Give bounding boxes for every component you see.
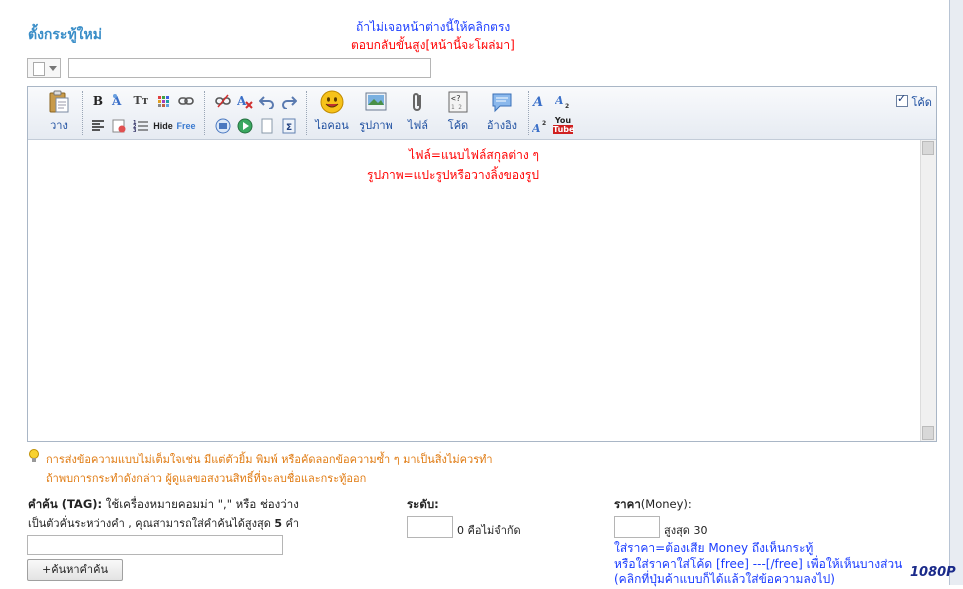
superscript-style-icon[interactable]: A xyxy=(532,93,548,109)
play-icon[interactable] xyxy=(237,118,253,134)
tag-help-line2: เป็นตัวคั่นระหว่างคำ , คุณสามารถใส่คำค้น… xyxy=(28,514,299,532)
youtube-label-bottom: Tube xyxy=(553,125,575,134)
superscript-icon[interactable]: A 2 xyxy=(532,118,548,134)
undo-icon[interactable] xyxy=(259,93,275,109)
link-icon[interactable] xyxy=(178,93,194,109)
thread-title-input[interactable] xyxy=(68,58,431,78)
page-icon[interactable] xyxy=(259,118,275,134)
code-button[interactable]: <? 1 2 โค้ด xyxy=(440,87,476,134)
tag-help-prefix: เป็นตัวคั่นระหว่างคำ , คุณสามารถใส่คำค้น… xyxy=(28,517,271,530)
tag-label: คำค้น (TAG): ใช้เครื่องหมายคอมม่า "," หร… xyxy=(28,496,299,514)
document-icon xyxy=(33,62,45,76)
svg-text:3: 3 xyxy=(133,128,137,134)
file-label: ไฟล์ xyxy=(407,119,429,132)
table-icon[interactable] xyxy=(156,93,172,109)
redo-icon[interactable] xyxy=(281,93,297,109)
svg-text:2: 2 xyxy=(565,103,569,109)
paste-button[interactable]: วาง xyxy=(42,87,76,134)
message-editor: วาง B A Tт 1 2 3 Hide Free A Σ ไอคอน รูป… xyxy=(27,86,937,442)
tag-max-count: 5 xyxy=(274,517,282,530)
page-title: ตั้งกระทู้ใหม่ xyxy=(28,27,102,43)
paperclip-icon xyxy=(413,93,421,111)
lightbulb-icon xyxy=(29,449,39,462)
editor-toolbar: วาง B A Tт 1 2 3 Hide Free A Σ ไอคอน รูป… xyxy=(28,87,936,140)
svg-text:A: A xyxy=(532,122,541,134)
search-tags-button[interactable]: +ค้นหาคำค้น xyxy=(27,559,123,581)
image-icon xyxy=(365,92,387,111)
image-label: รูปภาพ xyxy=(359,119,393,132)
price-label: ราคา(Money): xyxy=(614,496,692,514)
unlink-icon[interactable] xyxy=(215,93,231,109)
code-label: โค้ด xyxy=(447,119,469,132)
annotation-top-line1: ถ้าไม่เจอหน้าต่างนี้ให้คลิกตรง xyxy=(356,20,511,34)
warning-line2: ถ้าพบการกระทำดังกล่าว ผู้ดูแลขอสงวนสิทธิ… xyxy=(46,472,367,485)
svg-text:A: A xyxy=(237,94,247,108)
annotation-mid-line2: รูปภาพ=แปะรูปหรือวางลิ้งของรูป xyxy=(367,168,539,182)
quote-button[interactable]: อ้างอิง xyxy=(480,87,524,134)
hide-button[interactable]: Hide xyxy=(153,118,173,134)
scroll-up-button[interactable] xyxy=(922,141,934,155)
price-label-rest: (Money): xyxy=(640,497,692,511)
svg-text:A: A xyxy=(532,95,543,109)
quote-label: อ้างอิง xyxy=(486,119,518,132)
svg-text:Σ: Σ xyxy=(286,123,292,133)
subscript-icon[interactable]: A 2 xyxy=(555,93,571,109)
attachment-list-icon[interactable] xyxy=(111,118,127,134)
level-label: ระดับ: xyxy=(407,497,439,511)
free-button[interactable]: Free xyxy=(176,118,196,134)
annotation-mid-line1: ไฟล์=แนบไฟล์สกุลต่าง ๆ xyxy=(409,148,539,162)
chevron-down-icon xyxy=(49,66,57,71)
svg-text:A: A xyxy=(555,94,564,107)
editor-scrollbar[interactable] xyxy=(920,140,936,441)
window-frame-right xyxy=(949,0,963,585)
watermark-logo: 1080P xyxy=(910,565,956,580)
font-size-button[interactable]: Tт xyxy=(133,93,149,109)
youtube-button[interactable]: You Tube xyxy=(553,116,575,136)
youtube-label-top: You xyxy=(554,116,572,125)
message-textarea[interactable] xyxy=(28,140,921,441)
code-mode-label: โค้ด xyxy=(911,96,932,109)
toolbar-separator xyxy=(306,91,308,135)
formula-icon[interactable]: Σ xyxy=(281,118,297,134)
bold-button[interactable]: B xyxy=(90,93,106,109)
prefix-dropdown[interactable] xyxy=(27,58,61,78)
toolbar-separator xyxy=(82,91,84,135)
tag-input[interactable] xyxy=(27,535,283,555)
level-hint: 0 คือไม่จำกัด xyxy=(457,524,521,537)
emoji-label: ไอคอน xyxy=(315,119,349,132)
svg-text:<?: <? xyxy=(451,94,461,103)
paste-label: วาง xyxy=(50,119,68,132)
image-button[interactable]: รูปภาพ xyxy=(356,87,396,134)
svg-text:1 2: 1 2 xyxy=(451,104,462,111)
code-mode-toggle[interactable]: โค้ด xyxy=(896,92,932,111)
annotation-bottom-line3: (คลิกที่ปุ่มค้าแบบก็ได้แล้วใส่ข้อความลงไ… xyxy=(614,572,835,586)
align-left-icon[interactable] xyxy=(90,118,106,134)
font-color-icon[interactable]: A xyxy=(111,93,127,109)
list-icon[interactable]: 1 2 3 xyxy=(133,118,149,134)
toolbar-separator xyxy=(528,91,530,135)
warning-line1: การส่งข้อความแบบไม่เต็มใจเช่น มีแต่ตัวยิ… xyxy=(46,453,493,466)
price-input[interactable] xyxy=(614,516,660,538)
scroll-down-button[interactable] xyxy=(922,426,934,440)
remove-format-icon[interactable]: A xyxy=(237,93,253,109)
tag-help-suffix: คำ xyxy=(285,517,300,530)
annotation-top-line2: ตอบกลับขั้นสูง[หน้านี้จะโผล่มา] xyxy=(351,38,515,52)
smiley-icon xyxy=(320,90,344,114)
price-label-bold: ราคา xyxy=(614,497,641,511)
emoji-button[interactable]: ไอคอน xyxy=(312,87,352,134)
clipboard-icon xyxy=(49,90,69,113)
tag-label-title: คำค้น (TAG): xyxy=(28,497,103,511)
file-button[interactable]: ไฟล์ xyxy=(400,87,436,134)
tag-help-line1: ใช้เครื่องหมายคอมม่า "," หรือ ช่องว่าง xyxy=(105,497,299,511)
code-mode-checkbox[interactable] xyxy=(896,92,908,107)
code-icon: <? 1 2 xyxy=(448,91,468,113)
svg-text:2: 2 xyxy=(542,120,546,127)
price-hint: สูงสุด 30 xyxy=(664,524,708,537)
level-input[interactable] xyxy=(407,516,453,538)
media-icon[interactable] xyxy=(215,118,231,134)
toolbar-separator xyxy=(204,91,206,135)
speech-bubble-icon xyxy=(492,93,512,113)
